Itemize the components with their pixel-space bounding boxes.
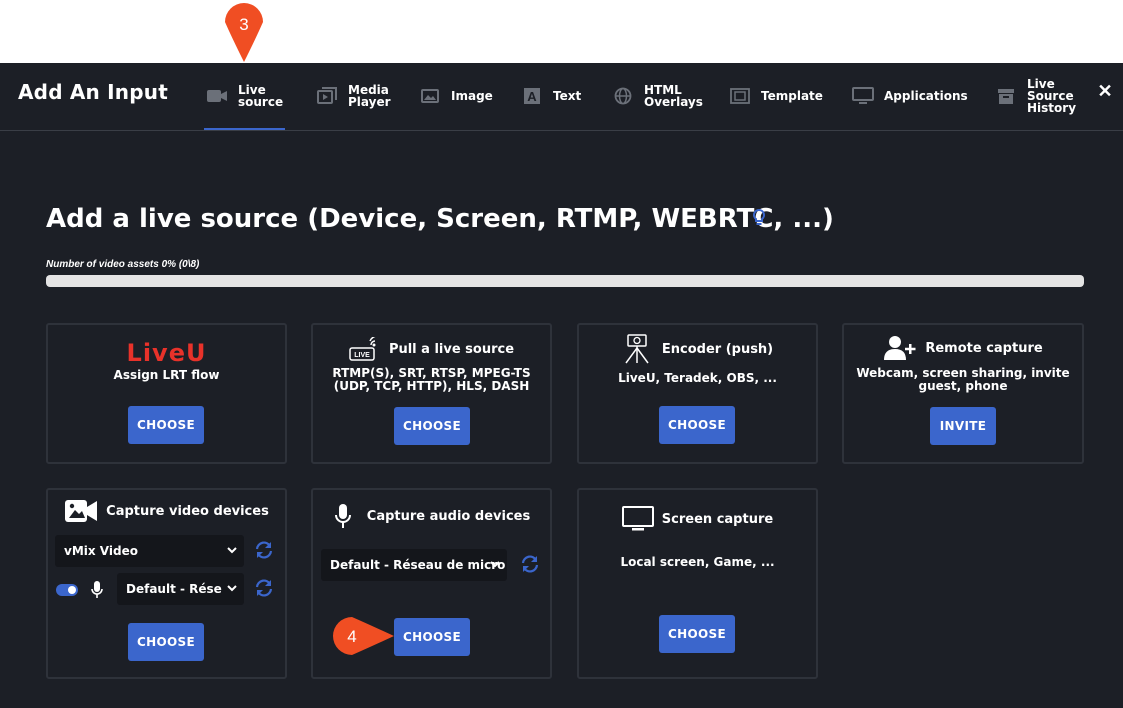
image-icon	[419, 86, 441, 106]
tab-label: Template	[761, 89, 823, 103]
liveu-desc: Assign LRT flow	[113, 368, 220, 382]
monitor-icon	[621, 506, 654, 531]
video-device-value: vMix Video	[64, 544, 138, 558]
refresh-icon[interactable]	[254, 578, 274, 598]
globe-icon	[612, 86, 634, 106]
monitor-icon	[852, 86, 874, 106]
audio-toggle[interactable]	[56, 584, 78, 596]
tab-label: Text	[553, 89, 582, 103]
audio-device-select[interactable]: Default - Réseau de micro	[117, 573, 244, 605]
tab-image[interactable]: Image	[419, 75, 493, 117]
video-camera-icon	[65, 500, 98, 522]
tab-live-source[interactable]: Live source	[203, 75, 286, 130]
live-signal-icon: LIVE	[349, 337, 376, 361]
page-title: Add a live source (Device, Screen, RTMP,…	[46, 204, 834, 234]
dialog-title: Add An Input	[18, 80, 168, 104]
chevron-down-icon	[490, 561, 500, 568]
pull-choose-button[interactable]: CHOOSE	[394, 407, 470, 445]
step-4-number: 4	[347, 627, 356, 646]
tab-label: Applications	[884, 89, 968, 103]
audio-device-value: Default - Réseau de micro	[330, 558, 506, 572]
tab-template[interactable]: Template	[729, 75, 823, 117]
video-device-select[interactable]: vMix Video	[55, 535, 244, 567]
tab-label: Media Player	[348, 83, 391, 109]
tab-label: HTML Overlays	[644, 83, 703, 109]
text-icon: A	[521, 86, 543, 106]
card-liveu: LiveU Assign LRT flow CHOOSE	[46, 323, 287, 464]
remote-invite-button[interactable]: INVITE	[930, 407, 996, 445]
card-encoder-push: Encoder (push) LiveU, Teradek, OBS, ... …	[577, 323, 818, 464]
encoder-title: Encoder (push)	[661, 341, 774, 357]
audio-device-value: Default - Réseau de micro	[126, 582, 222, 596]
audio-device-select[interactable]: Default - Réseau de micro	[321, 549, 507, 581]
card-remote-capture: Remote capture Webcam, screen sharing, i…	[842, 323, 1084, 464]
lightbulb-icon[interactable]	[752, 208, 766, 228]
pull-desc: RTMP(S), SRT, RTSP, MPEG-TS (UDP, TCP, H…	[332, 366, 531, 393]
microphone-icon	[334, 504, 351, 528]
encoder-desc: LiveU, Teradek, OBS, ...	[618, 371, 777, 385]
chevron-down-icon	[227, 547, 237, 554]
remote-desc: Webcam, screen sharing, invite guest, ph…	[856, 366, 1070, 393]
tab-label: Image	[451, 89, 493, 103]
live-icon-text: LIVE	[354, 352, 370, 359]
step-4-callout: 4	[333, 617, 394, 655]
tab-live-source-history[interactable]: Live Source History	[995, 75, 1076, 117]
tab-media-player[interactable]: Media Player	[316, 75, 391, 117]
video-choose-button[interactable]: CHOOSE	[128, 623, 204, 661]
pull-title: Pull a live source	[388, 341, 515, 357]
tab-label: Live Source History	[1027, 77, 1077, 115]
screen-title: Screen capture	[661, 511, 774, 527]
camera-icon	[206, 86, 228, 106]
tab-applications[interactable]: Applications	[852, 75, 968, 117]
audio-choose-button[interactable]: CHOOSE	[394, 618, 470, 656]
video-title: Capture video devices	[106, 503, 269, 519]
encoder-choose-button[interactable]: CHOOSE	[659, 406, 735, 444]
archive-icon	[995, 86, 1017, 106]
audio-title: Capture audio devices	[366, 508, 531, 524]
media-player-icon	[316, 86, 338, 106]
microphone-icon	[91, 581, 103, 598]
refresh-icon[interactable]	[254, 540, 274, 560]
liveu-choose-button[interactable]: CHOOSE	[128, 406, 204, 444]
dialog-header: Add An Input Live source Media Player Im…	[0, 63, 1123, 131]
video-assets-progress	[46, 275, 1084, 287]
tab-label: Live source	[238, 83, 284, 109]
close-icon[interactable]: ✕	[1095, 81, 1115, 101]
tab-html-overlays[interactable]: HTML Overlays	[612, 75, 703, 117]
screen-choose-button[interactable]: CHOOSE	[659, 615, 735, 653]
tripod-camera-icon	[625, 334, 649, 364]
refresh-icon[interactable]	[520, 554, 540, 574]
add-user-icon	[884, 336, 916, 360]
add-input-dialog: Add An Input Live source Media Player Im…	[0, 63, 1123, 708]
template-icon	[729, 86, 751, 106]
remote-title: Remote capture	[925, 340, 1043, 356]
card-capture-video: Capture video devices vMix Video Default…	[46, 488, 287, 679]
liveu-logo-text: LiveU	[126, 339, 207, 367]
tab-text[interactable]: A Text	[521, 75, 581, 117]
svg-text:A: A	[527, 89, 537, 104]
step-3-number: 3	[239, 15, 248, 34]
card-pull-live-source: LIVE Pull a live source RTMP(S), SRT, RT…	[311, 323, 552, 464]
video-assets-label: Number of video assets 0% (0\8)	[46, 259, 200, 270]
liveu-logo: LiveU	[48, 339, 285, 367]
step-3-callout: 3	[225, 3, 263, 62]
chevron-down-icon	[227, 585, 237, 592]
screen-desc: Local screen, Game, ...	[620, 555, 775, 569]
card-screen-capture: Screen capture Local screen, Game, ... C…	[577, 488, 818, 679]
